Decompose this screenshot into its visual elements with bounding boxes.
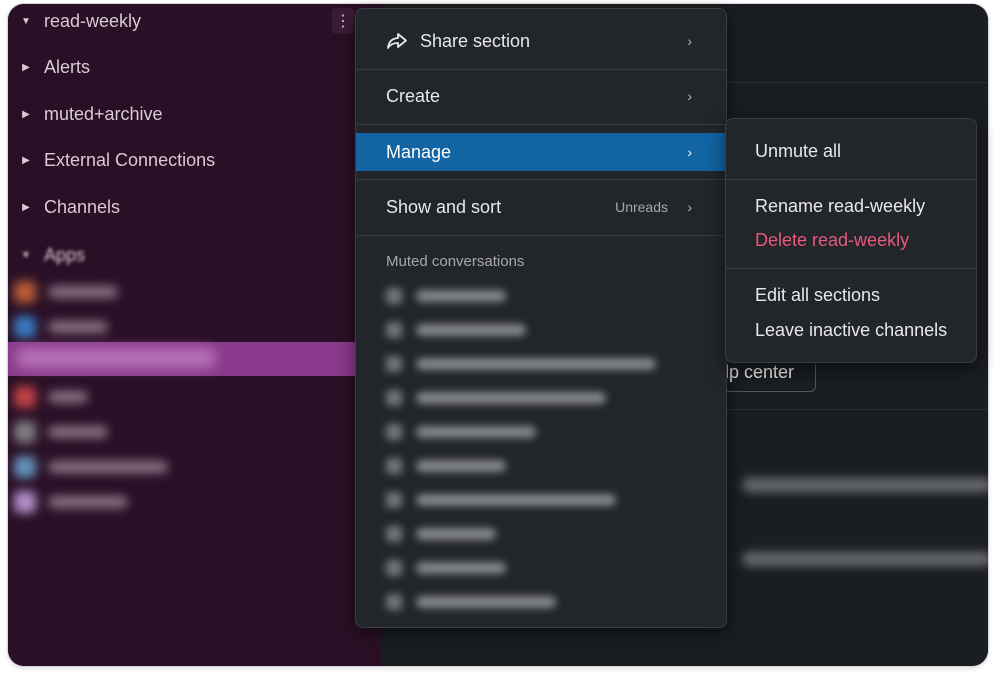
list-item[interactable] bbox=[14, 419, 108, 445]
chevron-right-icon: › bbox=[687, 199, 692, 215]
submenu-item-label: Rename read-weekly bbox=[755, 195, 926, 216]
menu-item-label: Show and sort bbox=[386, 196, 502, 217]
caret-right-icon: ▶ bbox=[22, 108, 30, 120]
sidebar-section-read-weekly[interactable]: ▼ read-weekly bbox=[8, 6, 382, 36]
manage-submenu: Unmute all Rename read-weekly Delete rea… bbox=[725, 118, 977, 363]
sidebar-section-label: Alerts bbox=[44, 56, 91, 77]
list-item[interactable] bbox=[14, 384, 88, 410]
sidebar-section-muted-archive[interactable]: ▶ muted+archive bbox=[8, 99, 382, 129]
sidebar-section-label: read-weekly bbox=[44, 10, 142, 31]
caret-right-icon: ▶ bbox=[22, 201, 30, 213]
sidebar-section-apps[interactable]: ▼ Apps bbox=[8, 240, 382, 270]
list-item[interactable] bbox=[386, 455, 506, 477]
menu-item-share-section[interactable]: Share section › bbox=[356, 19, 726, 63]
submenu-item-unmute-all[interactable]: Unmute all bbox=[726, 134, 976, 168]
menu-item-create[interactable]: Create › bbox=[356, 74, 726, 118]
list-item[interactable] bbox=[14, 279, 118, 305]
list-item[interactable] bbox=[386, 387, 606, 409]
list-item[interactable] bbox=[386, 557, 506, 579]
list-item[interactable] bbox=[386, 489, 616, 511]
submenu-item-label: Delete read-weekly bbox=[755, 229, 910, 250]
list-item[interactable] bbox=[386, 353, 656, 375]
list-item[interactable] bbox=[386, 319, 526, 341]
muted-conversations-heading: Muted conversations bbox=[386, 253, 525, 270]
list-item[interactable] bbox=[386, 421, 536, 443]
sidebar-section-label: External Connections bbox=[44, 149, 216, 170]
submenu-item-rename[interactable]: Rename read-weekly bbox=[726, 189, 976, 223]
submenu-item-edit-all-sections[interactable]: Edit all sections bbox=[726, 278, 976, 312]
list-item[interactable] bbox=[14, 489, 128, 515]
chevron-right-icon: › bbox=[687, 33, 692, 49]
menu-item-label: Manage bbox=[386, 141, 452, 162]
sidebar-section-label: muted+archive bbox=[44, 103, 163, 124]
list-item[interactable] bbox=[14, 314, 108, 340]
sort-hint: Unreads bbox=[615, 199, 668, 215]
submenu-item-leave-inactive[interactable]: Leave inactive channels bbox=[726, 313, 976, 347]
list-item[interactable] bbox=[386, 591, 556, 613]
share-arrow-icon bbox=[386, 31, 410, 51]
list-item[interactable] bbox=[14, 454, 168, 480]
submenu-item-label: Leave inactive channels bbox=[755, 319, 948, 340]
sidebar-item-selected[interactable] bbox=[8, 342, 382, 376]
submenu-item-delete[interactable]: Delete read-weekly bbox=[726, 223, 976, 257]
menu-item-show-and-sort[interactable]: Show and sort Unreads › bbox=[356, 185, 726, 229]
menu-item-manage[interactable]: Manage › bbox=[356, 133, 726, 171]
sidebar-section-label: Channels bbox=[44, 196, 121, 217]
sidebar-section-channels[interactable]: ▶ Channels bbox=[8, 192, 382, 222]
chevron-right-icon: › bbox=[687, 144, 692, 160]
vertical-ellipsis-icon[interactable]: ⋮ bbox=[332, 8, 354, 34]
submenu-item-label: Unmute all bbox=[755, 140, 842, 161]
list-item[interactable] bbox=[386, 285, 506, 307]
caret-right-icon: ▶ bbox=[22, 61, 30, 73]
sidebar-section-external-connections[interactable]: ▶ External Connections bbox=[8, 145, 382, 175]
caret-right-icon: ▶ bbox=[22, 154, 30, 166]
list-item[interactable] bbox=[386, 523, 496, 545]
section-context-menu: Share section › Create › Manage › Show a… bbox=[355, 8, 727, 628]
menu-item-label: Share section bbox=[420, 30, 531, 51]
caret-down-icon: ▼ bbox=[21, 15, 31, 27]
sidebar-section-label: Apps bbox=[44, 244, 86, 265]
sidebar: ▼ read-weekly ⋮ ▶ Alerts ▶ muted+archive… bbox=[8, 4, 382, 666]
caret-down-icon: ▼ bbox=[21, 249, 31, 261]
sidebar-section-alerts[interactable]: ▶ Alerts bbox=[8, 52, 382, 82]
menu-item-label: Create bbox=[386, 85, 441, 106]
chevron-right-icon: › bbox=[687, 88, 692, 104]
submenu-item-label: Edit all sections bbox=[755, 284, 881, 305]
